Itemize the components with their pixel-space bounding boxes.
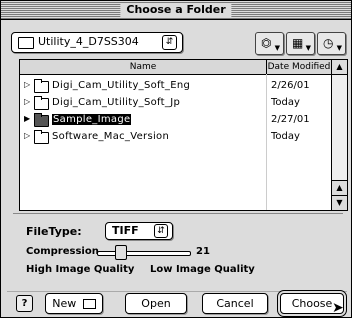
choose-folder-dialog: Choose a Folder Utility_4_D7SS304 ⇵ ⏣ ▼ … [0,0,352,318]
list-item-selected[interactable]: ▶ Sample_Image 2/27/01 [20,111,331,128]
disclosure-triangle-icon[interactable]: ▷ [24,97,30,106]
scroll-up-arrow-icon[interactable]: ▲ [332,60,347,75]
cancel-button[interactable]: Cancel [202,293,268,314]
bookshelf-icon: ▦ [292,36,304,50]
chevron-down-icon: ▼ [274,44,280,52]
chevron-updown-icon: ⇵ [154,224,168,238]
compression-value: 21 [196,246,210,257]
new-folder-icon [82,299,96,309]
file-list[interactable]: Name Date Modified ▷ Digi_Cam_Utility_So… [19,59,348,211]
list-item[interactable]: ▷ Digi_Cam_Utility_Soft_Eng 2/26/01 [20,77,331,94]
folder-icon [34,113,49,127]
recent-button[interactable]: ◷ ▼ [317,32,346,55]
file-name: Digi_Cam_Utility_Soft_Eng [52,80,191,91]
filetype-label: FileType: [26,225,82,238]
list-header: Name Date Modified [20,60,331,75]
volumes-button[interactable]: ⏣ ▼ [255,32,284,55]
title-bar[interactable]: Choose a Folder [1,1,351,20]
high-quality-label: High Image Quality [26,264,135,275]
folder-icon [34,96,49,110]
window-title: Choose a Folder [120,3,232,17]
file-date: Today [271,131,300,142]
chevron-updown-icon: ⇵ [162,35,177,50]
cancel-button-label: Cancel [216,297,254,310]
button-bar-divider [7,291,347,292]
favorites-button[interactable]: ▦ ▼ [286,32,315,55]
scroll-down-arrow-icon[interactable]: ▼ [332,195,347,210]
disclosure-triangle-icon[interactable]: ▶ [24,114,30,123]
new-button-label: New [52,297,77,310]
location-popup[interactable]: Utility_4_D7SS304 ⇵ [11,32,183,53]
compression-slider-thumb[interactable] [115,245,127,260]
column-header-date[interactable]: Date Modified [267,60,331,74]
choose-button-label: Choose [291,297,333,310]
low-quality-label: Low Image Quality [150,264,255,275]
file-date: Today [271,97,300,108]
open-button[interactable]: Open [125,293,187,314]
file-name: Sample_Image [52,114,132,125]
disk-icon: ⏣ [261,36,272,50]
clock-icon: ◷ [323,36,334,50]
vertical-scrollbar[interactable]: ▲ ▲ ▼ [331,60,347,210]
disclosure-triangle-icon[interactable]: ▷ [24,80,30,89]
help-button[interactable]: ? [16,295,33,312]
open-button-label: Open [141,297,171,310]
chevron-down-icon: ▼ [336,44,342,52]
folder-icon [34,79,49,93]
location-popup-label: Utility_4_D7SS304 [38,35,139,48]
new-folder-button[interactable]: New [45,293,103,314]
list-item[interactable]: ▷ Software_Mac_Version Today [20,128,331,145]
help-icon: ? [21,298,28,309]
compression-slider-track[interactable] [97,251,191,256]
filetype-value: TIFF [112,224,139,237]
arrow-cursor-icon: ➤ [332,300,344,316]
list-item[interactable]: ▷ Digi_Cam_Utility_Soft_Jp Today [20,94,331,111]
folder-icon [18,37,34,49]
folder-icon [34,130,49,144]
file-name: Software_Mac_Version [52,131,170,142]
file-name: Digi_Cam_Utility_Soft_Jp [52,97,181,108]
filetype-popup[interactable]: TIFF ⇵ [105,222,173,240]
scroll-up-arrow-icon[interactable]: ▲ [332,180,347,195]
column-header-name[interactable]: Name [20,60,267,74]
file-date: 2/27/01 [271,114,310,125]
chevron-down-icon: ▼ [305,44,311,52]
compression-label: Compression [26,246,99,257]
file-date: 2/26/01 [271,80,310,91]
date-column-divider [266,74,267,210]
disclosure-triangle-icon[interactable]: ▷ [24,131,30,140]
